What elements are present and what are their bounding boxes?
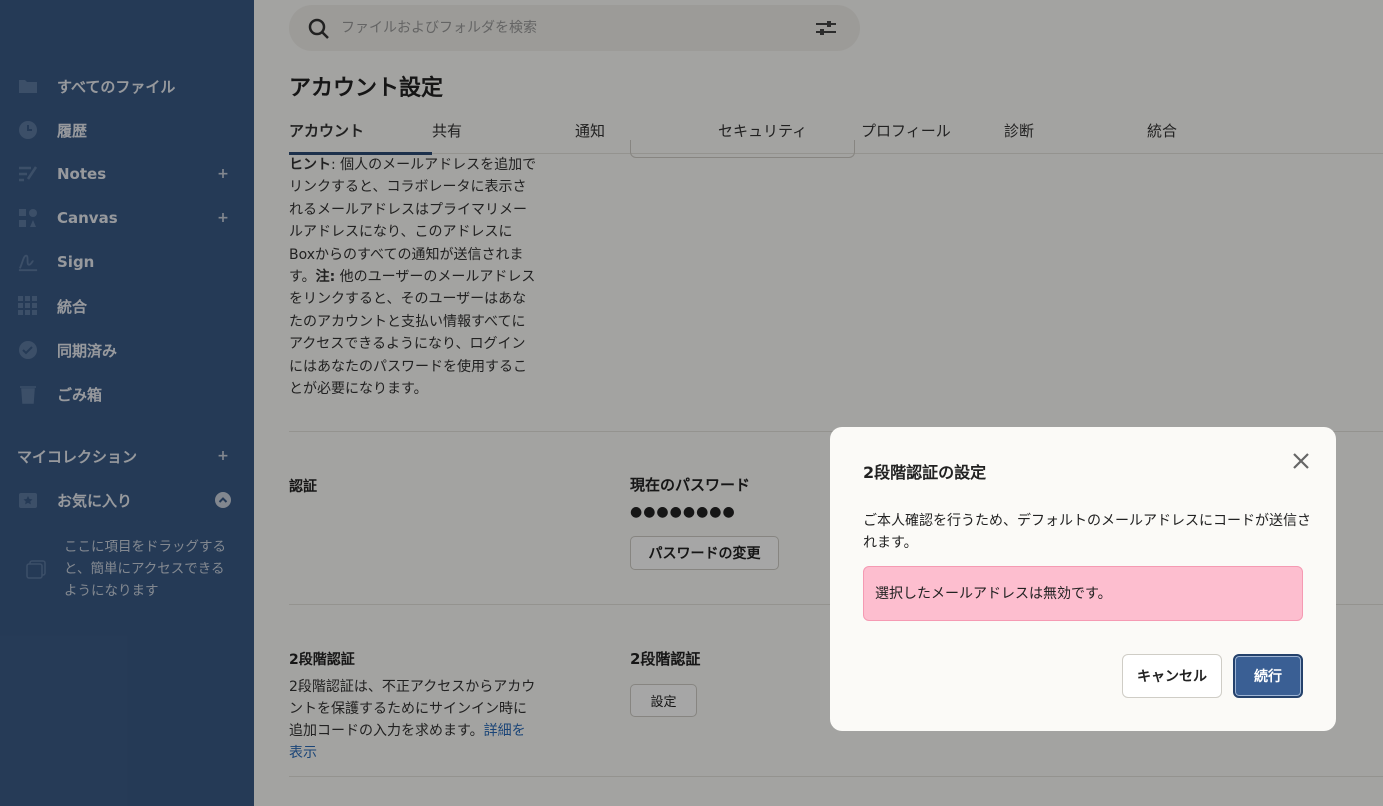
twofa-setup-dialog: 2段階認証の設定 ご本人確認を行うため、デフォルトのメールアドレスにコードが送信… <box>830 427 1336 731</box>
continue-button[interactable]: 続行 <box>1233 654 1303 698</box>
dialog-title: 2段階認証の設定 <box>863 463 987 482</box>
error-message: 選択したメールアドレスは無効です。 <box>875 586 1112 602</box>
dialog-message: ご本人確認を行うため、デフォルトのメールアドレスにコードが送信されます。 <box>863 513 1311 551</box>
cancel-button[interactable]: キャンセル <box>1122 654 1222 698</box>
close-icon[interactable] <box>1291 451 1311 471</box>
error-alert: 選択したメールアドレスは無効です。 <box>863 566 1303 621</box>
